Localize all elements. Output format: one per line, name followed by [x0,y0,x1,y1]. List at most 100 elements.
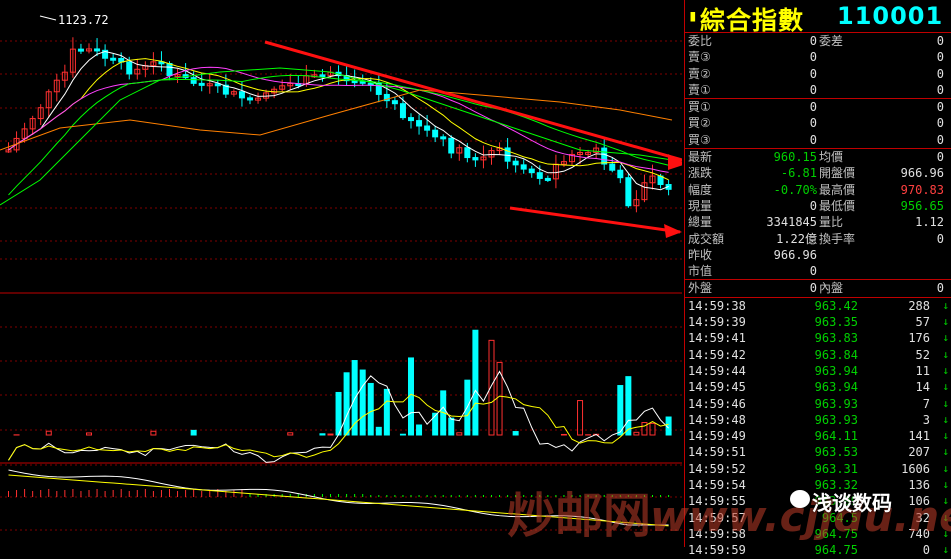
quote-value: 0 [810,115,817,131]
tick-time: 14:59:51 [688,444,746,460]
tick-volume: 14 [916,379,930,395]
quote-value: 0 [810,263,817,279]
tick-row[interactable]: 14:59:41963.83176↓ [685,330,951,346]
quote-row: 成交額1.22億換手率0 [685,231,951,247]
tick-row[interactable]: 14:59:45963.9414↓ [685,379,951,395]
tick-time: 14:59:45 [688,379,746,395]
volume-bar [642,423,647,435]
quote-value: 966.96 [774,247,817,263]
candle-body [191,78,196,84]
quote-value-2: 956.65 [901,198,944,214]
candle-body [400,104,405,118]
quote-label: 最新 [688,149,712,165]
tick-time: 14:59:52 [688,461,746,477]
tick-time: 14:59:41 [688,330,746,346]
down-arrow-icon: ↓ [942,412,949,428]
down-arrow-icon: ↓ [942,314,949,330]
tick-row[interactable]: 14:59:38963.42288↓ [685,298,951,314]
quote-row: 賣①00 [685,82,951,98]
quote-value: 0 [810,66,817,82]
volume-bar [336,392,341,435]
quote-row: 賣③00 [685,49,951,65]
tick-time: 14:59:38 [688,298,746,314]
tick-row[interactable]: 14:59:46963.937↓ [685,396,951,412]
volume-bar [191,430,196,435]
quote-value-2: 0 [937,33,944,49]
quote-value: 960.15 [774,149,817,165]
quote-label: 委比 [688,33,712,49]
tick-row[interactable]: 14:59:59964.750↓ [685,542,951,558]
tick-price: 964.75 [815,542,858,558]
quote-value: 0 [810,49,817,65]
quote-row: 現量0最低價956.65 [685,198,951,214]
tick-time: 14:59:46 [688,396,746,412]
tick-time: 14:59:48 [688,412,746,428]
quote-label-2: 換手率 [819,231,855,247]
tick-volume: 52 [916,347,930,363]
candle-body [392,101,397,104]
tick-volume: 288 [908,298,930,314]
quote-value-2: 0 [937,66,944,82]
candle-body [248,98,253,100]
candle-body [537,173,542,179]
tick-volume: 207 [908,444,930,460]
chart-high-label: 1123.72 [58,13,109,27]
quote-value-2: 970.83 [901,182,944,198]
candle-body [529,169,534,173]
quote-label: 幅度 [688,182,712,198]
quote-value-2: 0 [937,149,944,165]
volume-bar [288,433,293,435]
tick-volume: 57 [916,314,930,330]
quote-row: 最新 960.15均價 0 [685,149,951,165]
quote-label: 賣① [688,82,711,98]
quote-label: 總量 [688,214,712,230]
tick-price: 964.11 [815,428,858,444]
ma30-line [9,75,669,194]
kline-chart[interactable] [0,0,682,547]
candle-body [320,75,325,77]
tick-row[interactable]: 14:59:39963.3557↓ [685,314,951,330]
tick-row[interactable]: 14:59:48963.933↓ [685,412,951,428]
quote-label: 買③ [688,132,711,148]
volume-bar [513,432,518,435]
quote-label-2: 量比 [819,214,843,230]
tick-row[interactable]: 14:59:49964.11141↓ [685,428,951,444]
buy-book: 買①00買②00買③00 [685,99,951,149]
quote-label-2: 委差 [819,33,843,49]
down-arrow-icon: ↓ [942,363,949,379]
down-arrow-icon: ↓ [942,379,949,395]
volume-bar [650,423,655,435]
outer-value: 0 [810,280,817,296]
quote-row: 漲跌-6.81開盤價966.96 [685,165,951,181]
tick-row[interactable]: 14:59:44963.9411↓ [685,363,951,379]
trend-line-lower [510,208,680,232]
tick-row[interactable]: 14:59:42963.8452↓ [685,347,951,363]
tick-volume: 136 [908,477,930,493]
candle-body [513,161,518,165]
quote-value: -0.70% [774,182,817,198]
tick-price: 963.84 [815,347,858,363]
volume-bar [368,383,373,435]
tick-price: 963.93 [815,412,858,428]
quote-label-2: 開盤價 [819,165,855,181]
tick-row[interactable]: 14:59:51963.53207↓ [685,444,951,460]
outer-label: 外盤 [688,280,712,296]
inner-label: 內盤 [819,280,843,296]
quote-label-2: 均價 [819,149,843,165]
candle-body [618,170,623,177]
tick-price: 963.83 [815,330,858,346]
candle-body [127,62,132,74]
tick-volume: 176 [908,330,930,346]
tick-price: 963.42 [815,298,858,314]
quote-value-2: 1.12 [915,214,944,230]
volume-bar [46,431,51,435]
candle-body [545,178,550,180]
volume-bar [634,432,639,435]
quote-value: 0 [810,198,817,214]
index-name: 綜合指數 [700,1,804,37]
down-arrow-icon: ↓ [942,477,949,493]
tick-row[interactable]: 14:59:52963.311606↓ [685,461,951,477]
chart-area[interactable]: 1123.72 [0,0,682,547]
quote-value: 0 [810,82,817,98]
volume-bar [151,431,156,435]
